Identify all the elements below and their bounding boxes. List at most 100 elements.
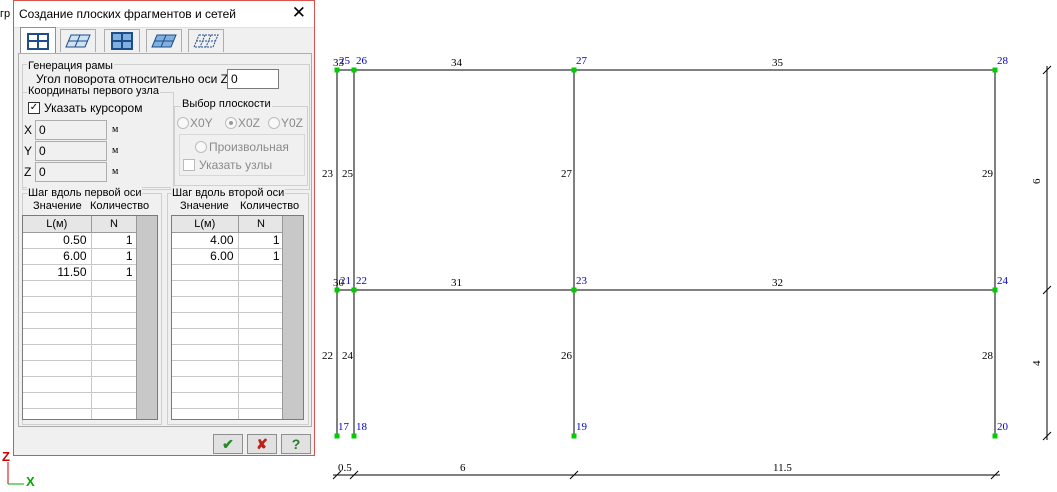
radio-y0z[interactable] — [268, 117, 280, 129]
frame-panel: Генерация рамы Угол поворота относительн… — [18, 53, 312, 427]
table-row[interactable]: 4.00 1 — [172, 232, 285, 249]
x-coord-label: X — [24, 123, 33, 137]
node-label: 28 — [997, 55, 1009, 67]
node-marker[interactable] — [992, 287, 998, 293]
table-row-empty[interactable] — [23, 376, 138, 393]
dimension-label: 6 — [1031, 178, 1043, 184]
table-row-empty[interactable] — [172, 376, 285, 393]
first-axis-count-label: Количество — [90, 200, 150, 212]
table-row-empty[interactable] — [23, 296, 138, 313]
column-header-n[interactable]: N — [91, 216, 138, 233]
table-row-empty[interactable] — [23, 408, 138, 419]
node-marker[interactable] — [571, 433, 577, 439]
node-marker[interactable] — [992, 433, 998, 439]
table-row-empty[interactable] — [23, 360, 138, 377]
element-label: 25 — [342, 168, 354, 180]
node-label: 23 — [576, 275, 588, 287]
element-label: 29 — [982, 168, 994, 180]
nodes-checkbox[interactable] — [183, 159, 195, 171]
table-row-empty[interactable] — [172, 296, 285, 313]
table-row-empty[interactable] — [23, 328, 138, 345]
table-row-empty[interactable] — [23, 280, 138, 297]
plane-choice-label: Выбор плоскости — [181, 98, 272, 110]
element-label: 34 — [451, 57, 463, 69]
radio-x0y-label: X0Y — [190, 116, 213, 130]
cell-n[interactable]: 1 — [91, 248, 138, 265]
radio-x0z-label: X0Z — [238, 116, 261, 130]
cell-l[interactable]: 0.50 — [23, 232, 92, 249]
y-coord-label: Y — [24, 144, 33, 158]
rotation-input[interactable]: 0 — [227, 69, 279, 89]
column-header-l[interactable]: L(м) — [23, 216, 92, 233]
table-row-empty[interactable] — [23, 312, 138, 329]
z-coord-input[interactable]: 0 — [35, 162, 107, 182]
node-marker[interactable] — [571, 67, 577, 73]
cell-l[interactable]: 4.00 — [172, 232, 239, 249]
first-axis-table[interactable]: L(м) N 0.50 1 6.00 1 11.50 1 — [22, 215, 158, 420]
table-row[interactable]: 6.00 1 — [172, 248, 285, 265]
table-row-empty[interactable] — [172, 360, 285, 377]
tab-hatch[interactable] — [188, 29, 224, 52]
table-row-empty[interactable] — [23, 392, 138, 409]
tab-frame[interactable] — [20, 27, 56, 54]
node-marker[interactable] — [351, 67, 357, 73]
close-icon[interactable]: ✕ — [292, 4, 306, 22]
cell-l[interactable]: 11.50 — [23, 264, 92, 281]
table-row-empty[interactable] — [172, 344, 285, 361]
cell-l[interactable]: 6.00 — [172, 248, 239, 265]
node-marker[interactable] — [351, 287, 357, 293]
cursor-checkbox[interactable]: ✓ — [28, 102, 40, 114]
node-marker[interactable] — [992, 67, 998, 73]
element-label: 27 — [561, 168, 573, 180]
element-label: 28 — [982, 350, 994, 362]
node-label: 21 — [340, 275, 351, 287]
radio-y0z-label: Y0Z — [281, 116, 304, 130]
element-label: 35 — [772, 57, 784, 69]
y-coord-input[interactable]: 0 — [35, 141, 107, 161]
radio-x0y[interactable] — [177, 117, 189, 129]
second-axis-count-label: Количество — [240, 200, 300, 212]
table-row[interactable]: 0.50 1 — [23, 232, 138, 249]
tab-mesh[interactable] — [104, 29, 140, 52]
cell-n[interactable]: 1 — [91, 232, 138, 249]
tab-plate[interactable] — [60, 29, 96, 52]
node-marker[interactable] — [334, 433, 340, 439]
second-axis-table[interactable]: L(м) N 4.00 1 6.00 1 — [171, 215, 304, 420]
table-row[interactable]: 6.00 1 — [23, 248, 138, 265]
table-row-empty[interactable] — [172, 408, 285, 419]
node-label: 18 — [356, 421, 368, 433]
first-node-label: Координаты первого узла — [27, 85, 160, 97]
node-label: 24 — [997, 275, 1009, 287]
table-row-empty[interactable] — [172, 264, 285, 281]
column-header-n[interactable]: N — [238, 216, 285, 233]
nodes-checkbox-label: Указать узлы — [199, 158, 273, 172]
node-marker[interactable] — [351, 433, 357, 439]
z-unit: м — [112, 166, 119, 177]
dialog-titlebar[interactable]: Создание плоских фрагментов и сетей ✕ — [14, 1, 314, 28]
tab-shell[interactable] — [146, 29, 182, 52]
table-row-empty[interactable] — [23, 344, 138, 361]
first-axis-scrollbar[interactable] — [136, 216, 157, 419]
radio-arbitrary[interactable] — [195, 141, 207, 153]
table-row-empty[interactable] — [172, 280, 285, 297]
apply-button[interactable]: ✔ — [213, 434, 243, 454]
second-axis-scrollbar[interactable] — [282, 216, 303, 419]
element-label: 23 — [322, 168, 334, 180]
help-button[interactable]: ? — [281, 434, 311, 454]
table-row-empty[interactable] — [172, 328, 285, 345]
element-label: 31 — [451, 277, 462, 289]
cancel-button[interactable]: ✘ — [247, 434, 277, 454]
column-header-l[interactable]: L(м) — [172, 216, 239, 233]
radio-x0z[interactable] — [225, 117, 237, 129]
cell-l[interactable]: 6.00 — [23, 248, 92, 265]
first-axis-label: Шаг вдоль первой оси — [27, 187, 143, 199]
table-row[interactable]: 11.50 1 — [23, 264, 138, 281]
cell-n[interactable]: 1 — [91, 264, 138, 281]
cell-n[interactable]: 1 — [238, 232, 285, 249]
cell-n[interactable]: 1 — [238, 248, 285, 265]
x-unit: м — [112, 124, 119, 135]
node-marker[interactable] — [571, 287, 577, 293]
table-row-empty[interactable] — [172, 312, 285, 329]
x-coord-input[interactable]: 0 — [35, 120, 107, 140]
table-row-empty[interactable] — [172, 392, 285, 409]
